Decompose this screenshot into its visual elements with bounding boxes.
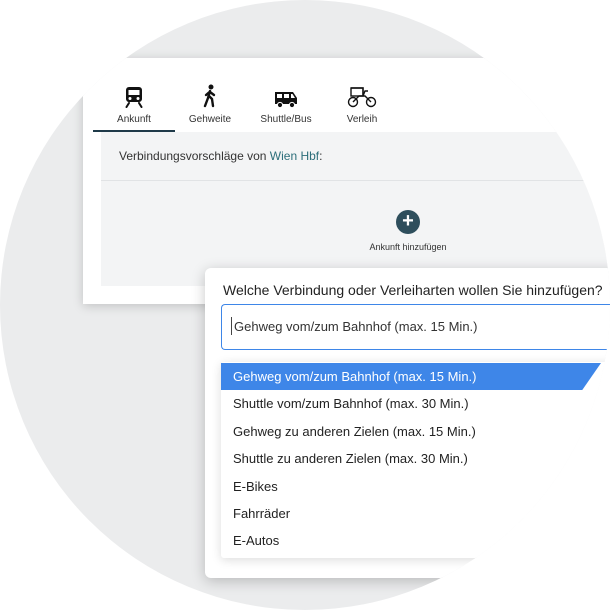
tab-shuttle-bus[interactable]: Shuttle/Bus [251,80,321,132]
walking-icon [203,84,216,108]
tab-label: Shuttle/Bus [260,114,312,125]
option-shuttle-ziele[interactable]: Shuttle zu anderen Zielen (max. 30 Min.) [221,445,610,472]
suggestions-area: Verbindungsvorschläge von Wien Hbf: + An… [101,132,610,286]
tab-label: Ankunft [117,114,151,125]
rickshaw-icon [347,87,377,108]
option-e-autos[interactable]: E-Autos [221,527,610,554]
option-shuttle-bahnhof[interactable]: Shuttle vom/zum Bahnhof (max. 30 Min.) [221,390,610,417]
viewport: Ankunft Gehweite Shuttle/Bus Verleih Ver… [0,0,610,610]
suggestions-prefix: Verbindungsvorschläge von [119,149,270,163]
connection-type-select[interactable]: Gehweg vom/zum Bahnhof (max. 15 Min.) [221,304,610,350]
tab-verleih[interactable]: Verleih [327,80,397,132]
add-arrival-label: Ankunft hinzufügen [369,242,447,252]
plus-icon[interactable]: + [396,210,420,234]
option-gehweg-bahnhof[interactable]: Gehweg vom/zum Bahnhof (max. 15 Min.) [221,363,610,390]
bus-icon [275,92,297,108]
train-icon [125,87,143,108]
option-gehweg-ziele[interactable]: Gehweg zu anderen Zielen (max. 15 Min.) [221,418,610,445]
tab-label: Verleih [346,114,378,125]
dialog-title: Welche Verbindung oder Verleiharten woll… [223,282,603,298]
suggestions-heading: Verbindungsvorschläge von Wien Hbf: [101,132,610,181]
option-e-bikes[interactable]: E-Bikes [221,473,610,500]
add-connection-dialog: Welche Verbindung oder Verleiharten woll… [205,268,610,578]
station-link[interactable]: Wien Hbf [270,149,319,163]
select-value: Gehweg vom/zum Bahnhof (max. 15 Min.) [234,319,478,334]
mode-tabs: Ankunft Gehweite Shuttle/Bus Verleih [93,80,403,132]
options-list: Gehweg vom/zum Bahnhof (max. 15 Min.) Sh… [221,362,610,558]
text-caret [231,317,232,335]
tab-gehweite[interactable]: Gehweite [175,80,245,132]
add-arrival-button[interactable]: + Ankunft hinzufügen [363,210,453,252]
tab-ankunft[interactable]: Ankunft [93,80,175,132]
option-fahrraeder[interactable]: Fahrräder [221,500,610,527]
suggestions-suffix: : [319,149,323,163]
tab-label: Gehweite [188,114,232,125]
